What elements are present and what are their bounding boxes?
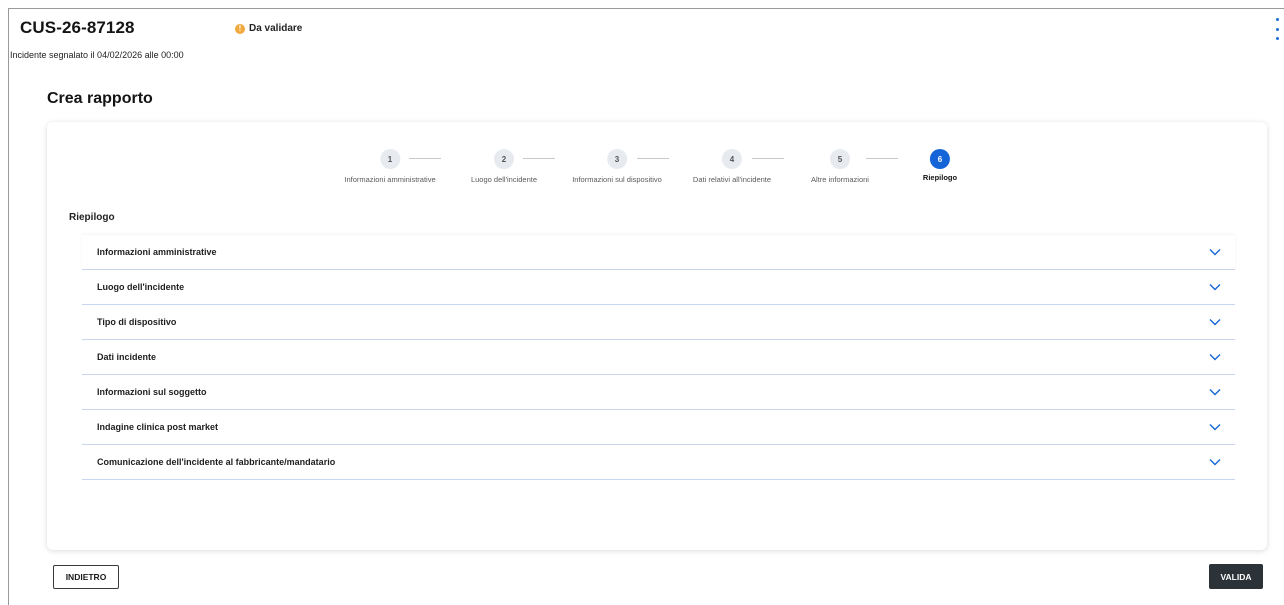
step-2[interactable]: 2 Luogo dell'incidente [471, 149, 537, 184]
status-label: Da validare [249, 23, 303, 34]
validate-button[interactable]: VALIDA [1209, 564, 1263, 589]
summary-accordion: Informazioni amministrative Luogo dell'i… [82, 235, 1235, 480]
step-label: Luogo dell'incidente [470, 175, 538, 184]
accordion-post-market-investigation[interactable]: Indagine clinica post market [82, 410, 1235, 445]
accordion-device-type[interactable]: Tipo di dispositivo [82, 305, 1235, 340]
chevron-down-icon [1209, 459, 1221, 466]
step-number: 4 [721, 149, 742, 169]
accordion-label: Dati incidente [97, 352, 157, 362]
page-title: Crea rapporto [47, 90, 153, 107]
report-card: 1 Informazioni amministrative 2 Luogo de… [47, 122, 1267, 550]
step-connector [866, 158, 898, 159]
kebab-menu-icon[interactable] [1274, 18, 1280, 40]
chevron-down-icon [1209, 424, 1221, 431]
accordion-label: Comunicazione dell'incidente al fabbrica… [97, 457, 336, 467]
chevron-down-icon [1209, 389, 1221, 396]
step-5[interactable]: 5 Altre informazioni [811, 149, 869, 184]
accordion-label: Informazioni amministrative [97, 247, 217, 257]
accordion-manufacturer-communication[interactable]: Comunicazione dell'incidente al fabbrica… [82, 445, 1235, 480]
chevron-down-icon [1209, 249, 1221, 256]
step-number: 6 [929, 149, 950, 169]
step-6[interactable]: 6 Riepilogo [923, 149, 957, 182]
back-button[interactable]: INDIETRO [53, 565, 119, 589]
summary-title: Riepilogo [69, 212, 115, 223]
step-label: Riepilogo [922, 173, 958, 182]
accordion-label: Luogo dell'incidente [97, 282, 185, 292]
accordion-admin-info[interactable]: Informazioni amministrative [82, 235, 1235, 270]
step-number: 1 [380, 149, 400, 169]
step-4[interactable]: 4 Dati relativi all'incidente [693, 149, 771, 184]
accordion-incident-location[interactable]: Luogo dell'incidente [82, 270, 1235, 305]
step-number: 2 [493, 149, 514, 169]
step-label: Dati relativi all'incidente [692, 175, 772, 184]
accordion-subject-info[interactable]: Informazioni sul soggetto [82, 375, 1235, 410]
chevron-down-icon [1209, 319, 1221, 326]
case-id: CUS-26-87128 [20, 18, 135, 37]
accordion-label: Informazioni sul soggetto [97, 387, 207, 397]
step-label: Informazioni sul dispositivo [572, 175, 662, 184]
reported-date: Incidente segnalato il 04/02/2026 alle 0… [10, 50, 184, 60]
chevron-down-icon [1209, 284, 1221, 291]
accordion-label: Tipo di dispositivo [97, 317, 177, 327]
step-number: 3 [607, 149, 627, 169]
chevron-down-icon [1209, 354, 1221, 361]
info-icon: ! [235, 23, 245, 34]
accordion-incident-data[interactable]: Dati incidente [82, 340, 1235, 375]
accordion-label: Indagine clinica post market [97, 422, 219, 432]
step-3[interactable]: 3 Informazioni sul dispositivo [572, 149, 662, 184]
status-badge: ! Da validare [235, 23, 302, 34]
step-number: 5 [829, 149, 850, 169]
step-label: Informazioni amministrative [344, 175, 436, 184]
step-1[interactable]: 1 Informazioni amministrative [344, 149, 436, 184]
step-label: Altre informazioni [811, 175, 869, 184]
